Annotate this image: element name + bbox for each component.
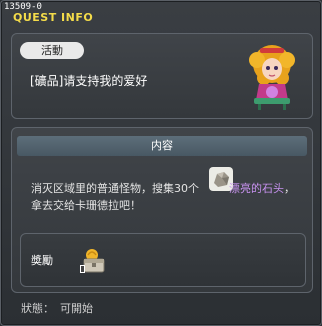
description-text-start: 消灭区域里的普通怪物，搜集30个 bbox=[31, 182, 199, 195]
quest-info-window: 13509-0 QUEST INFO 活動 [礦品]请支持我的爱好 内容 消灭区… bbox=[0, 0, 322, 326]
content-header: 内容 bbox=[17, 136, 307, 156]
window-title: QUEST INFO bbox=[13, 11, 94, 24]
quest-status: 狀態： 可開始 bbox=[21, 300, 99, 316]
quest-name: [礦品]请支持我的爱好 bbox=[30, 74, 148, 88]
reward-box: 奬勵 bbox=[20, 233, 306, 287]
quest-description: 消灭区域里的普通怪物，搜集30个 漂亮的石头，拿去交给卡珊德拉吧！ bbox=[31, 180, 301, 214]
quest-content-panel: 内容 消灭区域里的普通怪物，搜集30个 漂亮的石头，拿去交给卡珊德拉吧！ 奬勵 bbox=[11, 127, 313, 293]
required-item-name: 漂亮的石头 bbox=[229, 182, 284, 195]
status-label: 狀態： bbox=[21, 302, 54, 315]
quest-category-tag: 活動 bbox=[20, 42, 84, 59]
treasure-box-icon[interactable] bbox=[77, 245, 109, 277]
status-value: 可開始 bbox=[60, 302, 93, 315]
reward-label: 奬勵 bbox=[31, 254, 53, 267]
quest-summary-panel: 活動 [礦品]请支持我的爱好 bbox=[11, 33, 313, 119]
npc-portrait-icon bbox=[249, 45, 295, 110]
